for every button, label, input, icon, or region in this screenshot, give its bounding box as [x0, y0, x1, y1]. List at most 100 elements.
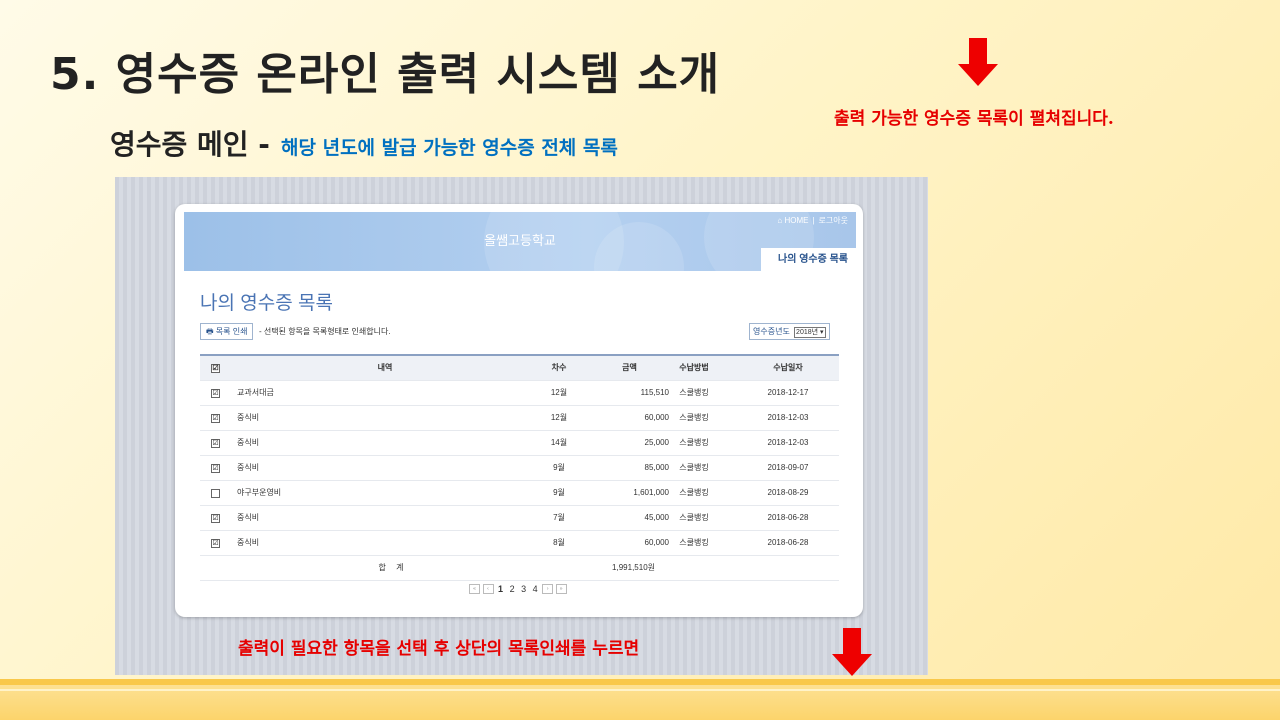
- header-name: 내역: [377, 363, 393, 372]
- row-checkbox[interactable]: ☑: [211, 514, 220, 523]
- school-name: 올쌤고등학교: [484, 233, 556, 248]
- row-name: 중식비: [237, 413, 260, 422]
- row-checkbox[interactable]: ☑: [211, 464, 220, 473]
- footer-band-line: [0, 679, 1280, 685]
- table-row: ☑ 중식비 14월 25,000 스쿨뱅킹 2018-12-03: [200, 431, 839, 456]
- arrow-shaft: [843, 628, 861, 654]
- receipt-year-filter: 영수증년도 2018년 ▾: [749, 323, 830, 340]
- slide-subtitle: 영수증 메인 - 해당 년도에 발급 가능한 영수증 전체 목록: [110, 123, 618, 163]
- next-page-button[interactable]: ›: [542, 583, 554, 594]
- print-list-button[interactable]: 🖶 목록 인쇄: [200, 323, 254, 340]
- table-row: ☑ 중식비 12월 60,000 스쿨뱅킹 2018-12-03: [200, 406, 839, 431]
- row-name: 중식비: [237, 438, 260, 447]
- row-date: 2018-08-29: [767, 488, 809, 497]
- row-amount: 115,510: [640, 388, 669, 397]
- logout-link[interactable]: 로그아웃: [819, 216, 848, 225]
- chevron-down-icon: ▾: [820, 329, 824, 336]
- table-row: ☑ 교과서대금 12월 115,510 스쿨뱅킹 2018-12-17: [200, 381, 839, 406]
- year-value: 2018년: [796, 329, 819, 336]
- print-description: - 선택된 항목을 목록형태로 인쇄합니다.: [259, 327, 391, 336]
- row-name: 교과서대금: [237, 388, 274, 397]
- year-label: 영수증년도: [753, 327, 790, 336]
- site-header-banner: 올쌤고등학교 ⌂ HOME | 로그아웃 나의 영수증 목록: [184, 212, 856, 271]
- page-link-4[interactable]: 4: [533, 584, 538, 594]
- row-method: 스쿨뱅킹: [679, 438, 709, 447]
- printer-icon: 🖶: [206, 327, 214, 336]
- row-method: 스쿨뱅킹: [679, 388, 709, 397]
- page-link-3[interactable]: 3: [521, 584, 526, 594]
- print-button-label: 목록 인쇄: [215, 327, 248, 336]
- row-method: 스쿨뱅킹: [679, 463, 709, 472]
- pagination: « ‹ 1 2 3 4 › »: [469, 583, 567, 594]
- table-row: ☑ 중식비 8월 60,000 스쿨뱅킹 2018-06-28: [200, 531, 839, 556]
- header-date: 수납일자: [773, 363, 803, 372]
- row-times: 12월: [550, 388, 568, 397]
- table-row: ☑ 중식비 9월 85,000 스쿨뱅킹 2018-09-07: [200, 456, 839, 481]
- note-select-and-print: 출력이 필요한 항목을 선택 후 상단의 목록인쇄를 누르면: [238, 639, 640, 659]
- row-date: 2018-06-28: [767, 538, 809, 547]
- table-row: 야구부운영비 9월 1,601,000 스쿨뱅킹 2018-08-29: [200, 481, 839, 506]
- row-times: 14월: [550, 438, 568, 447]
- row-checkbox[interactable]: ☑: [211, 539, 220, 548]
- header-amount: 금액: [622, 363, 637, 372]
- row-times: 9월: [553, 488, 565, 497]
- row-method: 스쿨뱅킹: [679, 538, 709, 547]
- row-date: 2018-12-03: [767, 413, 809, 422]
- link-divider: |: [812, 216, 815, 225]
- row-name: 중식비: [237, 513, 260, 522]
- arrow-head: [832, 654, 872, 676]
- page-title: 나의 영수증 목록: [200, 293, 333, 314]
- total-amount: 1,991,510원: [612, 563, 655, 572]
- home-link[interactable]: ⌂ HOME: [777, 216, 808, 225]
- arrow-head: [958, 64, 998, 86]
- row-checkbox[interactable]: ☑: [211, 414, 220, 423]
- first-page-button[interactable]: «: [469, 583, 480, 594]
- row-times: 12월: [550, 413, 568, 422]
- row-amount: 60,000: [644, 538, 669, 547]
- row-method: 스쿨뱅킹: [679, 488, 709, 497]
- row-times: 7월: [553, 513, 565, 522]
- row-date: 2018-12-03: [767, 438, 809, 447]
- row-name: 중식비: [237, 538, 260, 547]
- page-link-1[interactable]: 1: [498, 584, 503, 594]
- year-select[interactable]: 2018년 ▾: [794, 327, 826, 338]
- row-times: 9월: [553, 463, 565, 472]
- receipt-table: ☑ 내역 차수 금액 수납방법 수납일자 ☑ 교과서대금 12월 115,510…: [200, 354, 839, 581]
- subtitle-description: 해당 년도에 발급 가능한 영수증 전체 목록: [281, 137, 618, 159]
- tab-my-receipts[interactable]: 나의 영수증 목록: [761, 248, 856, 271]
- row-checkbox[interactable]: [211, 489, 220, 498]
- subtitle-main: 영수증 메인 -: [110, 128, 270, 161]
- arrow-shaft: [969, 38, 987, 64]
- table-row: ☑ 중식비 7월 45,000 스쿨뱅킹 2018-06-28: [200, 506, 839, 531]
- receipt-page-card: 올쌤고등학교 ⌂ HOME | 로그아웃 나의 영수증 목록 나의 영수증 목록 🖶…: [175, 204, 863, 617]
- table-total-row: 합 계 1,991,510원: [200, 556, 839, 581]
- header-times: 차수: [551, 363, 567, 372]
- slide-footer-band: [0, 679, 1280, 720]
- row-amount: 25,000: [644, 438, 669, 447]
- row-amount: 85,000: [644, 463, 669, 472]
- row-name: 중식비: [237, 463, 260, 472]
- row-times: 8월: [553, 538, 565, 547]
- table-header-row: ☑ 내역 차수 금액 수납방법 수납일자: [200, 354, 839, 381]
- row-amount: 60,000: [644, 413, 669, 422]
- row-checkbox[interactable]: ☑: [211, 439, 220, 448]
- row-amount: 1,601,000: [633, 488, 669, 497]
- row-date: 2018-12-17: [767, 388, 809, 397]
- footer-band-highlight: [0, 689, 1280, 691]
- row-method: 스쿨뱅킹: [679, 413, 709, 422]
- screenshot-frame: 올쌤고등학교 ⌂ HOME | 로그아웃 나의 영수증 목록 나의 영수증 목록 🖶…: [115, 177, 928, 675]
- last-page-button[interactable]: »: [555, 583, 567, 594]
- row-checkbox[interactable]: ☑: [211, 389, 220, 398]
- row-date: 2018-09-07: [767, 463, 809, 472]
- slide-title: 5. 영수증 온라인 출력 시스템 소개: [50, 49, 721, 100]
- row-method: 스쿨뱅킹: [679, 513, 709, 522]
- header-method: 수납방법: [679, 363, 709, 372]
- prev-page-button[interactable]: ‹: [482, 583, 494, 594]
- row-date: 2018-06-28: [767, 513, 809, 522]
- note-list-expands: 출력 가능한 영수증 목록이 펼쳐집니다.: [834, 109, 1114, 129]
- top-links: ⌂ HOME | 로그아웃: [777, 215, 848, 226]
- row-amount: 45,000: [644, 513, 669, 522]
- page-link-2[interactable]: 2: [510, 584, 515, 594]
- total-label: 합 계: [378, 563, 408, 572]
- row-name: 야구부운영비: [237, 488, 282, 497]
